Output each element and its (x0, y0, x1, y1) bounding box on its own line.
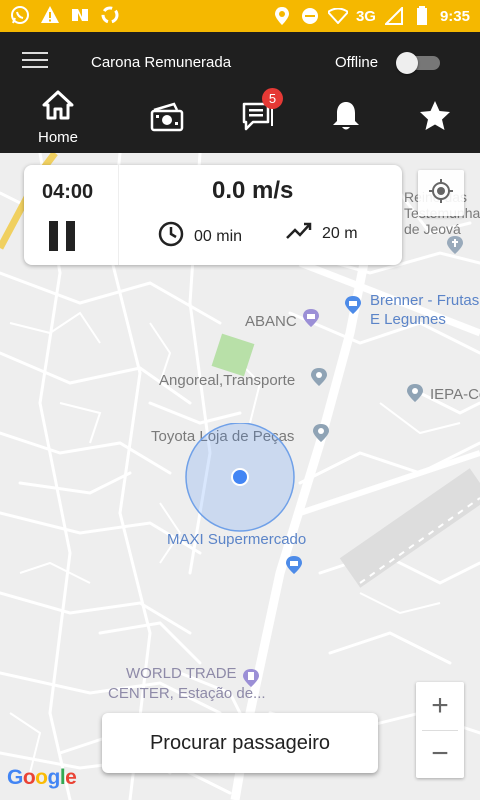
ride-info-card: 04:00 0.0 m/s 00 min 20 m (24, 165, 402, 265)
tab-notifications[interactable] (331, 100, 361, 152)
duration-value: 00 min (194, 227, 243, 245)
zoom-controls: + − (416, 682, 464, 778)
toggle-thumb (396, 52, 418, 74)
pause-bar (49, 221, 58, 251)
messages-badge: 5 (262, 88, 283, 109)
notification-icons (10, 5, 120, 25)
menu-line (22, 66, 48, 68)
online-status-label: Offline (335, 54, 379, 71)
map-label-angoreal: Angoreal,Transporte (159, 372, 296, 389)
tab-favorites[interactable] (418, 100, 452, 152)
timer-panel: 04:00 (24, 165, 119, 265)
network-type: 3G (355, 7, 376, 25)
distance-value: 20 m (322, 224, 358, 242)
online-toggle[interactable] (396, 52, 442, 74)
map-label-wtc: WORLD TRADE (126, 665, 237, 682)
tab-home-label: Home (38, 129, 79, 146)
church-pin-icon (447, 236, 463, 254)
menu-button[interactable] (22, 52, 48, 72)
pause-bar (66, 221, 75, 251)
tab-earnings[interactable] (150, 102, 184, 154)
map-label-brenner: Brenner - Frutas (370, 292, 480, 309)
map-label-brenner-line2: E Legumes (370, 311, 446, 328)
bell-icon (331, 100, 361, 137)
mail-pin-icon (303, 309, 319, 327)
pause-button[interactable] (49, 221, 75, 251)
place-pin-icon (313, 424, 329, 442)
speed-readout: 0.0 m/s (212, 177, 294, 204)
ride-timer: 04:00 (42, 181, 94, 203)
shopping-pin-icon (345, 296, 361, 314)
shopping-pin-icon (286, 556, 302, 574)
place-pin-icon (311, 368, 327, 386)
whatsapp-icon (10, 5, 30, 25)
google-logo: Google (7, 766, 77, 789)
duration-metric: 00 min (158, 221, 242, 252)
home-icon (42, 90, 74, 125)
crosshair-icon (428, 178, 454, 209)
distance-metric: 20 m (286, 221, 358, 246)
battery-icon (412, 6, 432, 26)
zoom-in-button[interactable]: + (416, 682, 464, 730)
current-location-dot (231, 468, 249, 486)
menu-line (22, 59, 48, 61)
star-icon (418, 100, 452, 137)
do-not-disturb-icon (300, 6, 320, 26)
sync-icon (100, 5, 120, 25)
warning-icon (40, 5, 60, 25)
my-location-button[interactable] (418, 170, 464, 216)
n-logo-icon (70, 5, 90, 25)
wifi-icon (327, 6, 348, 26)
trending-up-icon (286, 221, 312, 246)
clock: 9:35 (439, 7, 470, 25)
cash-icon (150, 102, 184, 137)
clock-icon (158, 221, 184, 252)
accuracy-circle (185, 423, 295, 532)
app-bar: Carona Remunerada Offline Home 5 (0, 32, 480, 153)
map-label-maxi: MAXI Supermercado (167, 531, 307, 548)
map-label-abanc: ABANC (245, 313, 297, 330)
app-title: Carona Remunerada (91, 54, 232, 71)
parking-pin-icon (243, 669, 259, 687)
search-passenger-button[interactable]: Procurar passageiro (102, 713, 378, 773)
location-icon (272, 6, 292, 26)
menu-line (22, 52, 48, 54)
zoom-out-button[interactable]: − (416, 730, 464, 778)
map-label-iepa: IEPA-Co (430, 386, 480, 403)
system-icons: 3G 9:35 (272, 6, 470, 26)
tab-home[interactable]: Home (38, 90, 78, 146)
signal-icon (384, 6, 404, 26)
status-bar: 3G 9:35 (0, 0, 480, 32)
place-pin-icon (407, 384, 423, 402)
